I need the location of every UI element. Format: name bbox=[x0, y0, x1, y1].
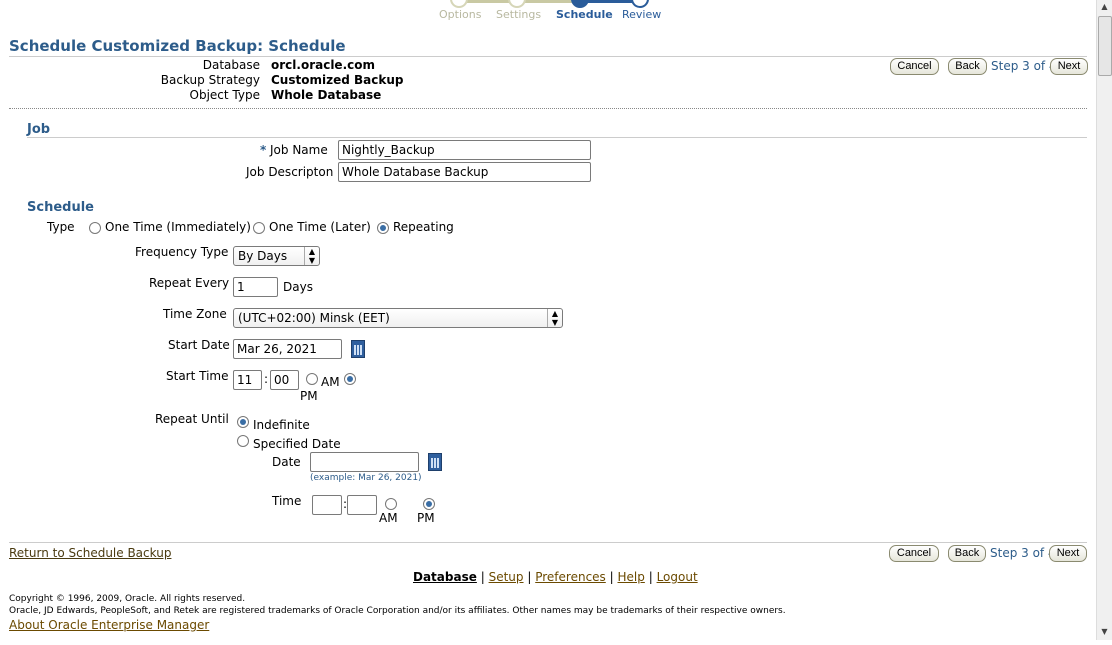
scroll-up-icon[interactable]: ▲ bbox=[1097, 0, 1112, 14]
back-button[interactable]: Back bbox=[948, 58, 987, 75]
frequency-type-select[interactable]: By Days ▲ ▼ bbox=[233, 246, 320, 266]
start-minute-input[interactable]: 00 bbox=[270, 370, 299, 390]
footer-link-setup[interactable]: Setup bbox=[489, 570, 524, 584]
train-step-settings-icon[interactable] bbox=[508, 0, 526, 8]
until-hour-input[interactable] bbox=[312, 495, 342, 515]
start-time-label: Start Time bbox=[166, 369, 229, 383]
job-description-input[interactable]: Whole Database Backup bbox=[338, 162, 591, 182]
step-indicator: Step 3 of 4 bbox=[990, 546, 1056, 560]
footer-link-help[interactable]: Help bbox=[618, 570, 645, 584]
next-button[interactable]: Next bbox=[1049, 545, 1087, 562]
vertical-scrollbar[interactable]: ▲ ▼ bbox=[1096, 0, 1112, 640]
until-time-label: Time bbox=[272, 494, 302, 508]
start-pm-radio[interactable] bbox=[344, 373, 356, 385]
bottom-divider bbox=[9, 542, 1087, 543]
footer-link-preferences[interactable]: Preferences bbox=[535, 570, 606, 584]
required-icon: * bbox=[260, 143, 267, 157]
repeat-every-input[interactable]: 1 bbox=[233, 277, 278, 297]
until-minute-input[interactable] bbox=[347, 495, 377, 515]
cancel-button[interactable]: Cancel bbox=[890, 58, 939, 75]
start-pm-label: PM bbox=[300, 389, 318, 403]
train-step-schedule: Schedule bbox=[556, 8, 613, 21]
until-specified-radio[interactable] bbox=[237, 435, 249, 447]
type-immediately-radio[interactable] bbox=[89, 222, 101, 234]
footer-separator: | bbox=[527, 570, 532, 584]
type-immediately-label[interactable]: One Time (Immediately) bbox=[105, 220, 251, 234]
trademark-text: Oracle, JD Edwards, PeopleSoft, and Rete… bbox=[9, 606, 786, 616]
select-arrows-icon: ▲ ▼ bbox=[547, 309, 562, 327]
object-type-value: Whole Database bbox=[271, 88, 382, 102]
until-am-radio[interactable] bbox=[385, 498, 397, 510]
until-pm-label: PM bbox=[417, 511, 435, 525]
start-date-label: Start Date bbox=[168, 338, 230, 352]
type-repeating-radio[interactable] bbox=[377, 222, 389, 234]
calendar-icon[interactable] bbox=[428, 453, 442, 471]
start-hour-input[interactable]: 11 bbox=[233, 370, 262, 390]
time-zone-label: Time Zone bbox=[163, 307, 227, 321]
frequency-type-value: By Days bbox=[238, 249, 288, 263]
train-step-options[interactable]: Options bbox=[439, 8, 481, 21]
footer-link-database[interactable]: Database bbox=[413, 570, 477, 584]
scroll-down-icon[interactable]: ▼ bbox=[1097, 625, 1112, 639]
until-date-input[interactable] bbox=[310, 452, 419, 472]
page-title: Schedule Customized Backup: Schedule bbox=[9, 37, 346, 55]
start-am-label: AM bbox=[321, 375, 340, 389]
footer-separator: | bbox=[480, 570, 485, 584]
until-pm-radio[interactable] bbox=[423, 498, 435, 510]
job-name-input[interactable]: Nightly_Backup bbox=[338, 140, 591, 160]
until-indefinite-label[interactable]: Indefinite bbox=[253, 418, 310, 432]
start-date-input[interactable]: Mar 26, 2021 bbox=[233, 339, 342, 359]
train-step-schedule-icon bbox=[571, 0, 589, 8]
job-section-title: Job bbox=[27, 122, 51, 137]
strategy-label: Backup Strategy bbox=[160, 73, 260, 87]
start-am-radio[interactable] bbox=[306, 373, 318, 385]
repeat-unit-label: Days bbox=[283, 280, 313, 294]
type-later-label[interactable]: One Time (Later) bbox=[269, 220, 371, 234]
repeat-every-label: Repeat Every bbox=[149, 276, 230, 290]
until-indefinite-radio[interactable] bbox=[237, 416, 249, 428]
database-value: orcl.oracle.com bbox=[271, 58, 375, 72]
next-button[interactable]: Next bbox=[1050, 58, 1088, 75]
frequency-type-label: Frequency Type bbox=[135, 245, 229, 259]
date-example-hint: (example: Mar 26, 2021) bbox=[310, 473, 422, 483]
strategy-value: Customized Backup bbox=[271, 73, 404, 87]
object-type-label: Object Type bbox=[189, 88, 260, 102]
footer-link-logout[interactable]: Logout bbox=[657, 570, 698, 584]
type-repeating-label[interactable]: Repeating bbox=[393, 220, 454, 234]
time-zone-select[interactable]: (UTC+02:00) Minsk (EET) ▲ ▼ bbox=[233, 308, 563, 328]
repeat-until-label: Repeat Until bbox=[155, 412, 229, 426]
select-arrows-icon: ▲ ▼ bbox=[304, 247, 319, 265]
footer-separator: | bbox=[648, 570, 653, 584]
job-description-label: Job Descripton bbox=[246, 165, 334, 179]
footer-links: Database | Setup | Preferences | Help | … bbox=[413, 570, 698, 584]
train-step-review-icon bbox=[631, 0, 649, 8]
step-indicator: Step 3 of 4 bbox=[991, 59, 1057, 73]
back-button[interactable]: Back bbox=[948, 545, 986, 562]
about-oracle-em-link[interactable]: About Oracle Enterprise Manager bbox=[9, 618, 209, 632]
until-date-label: Date bbox=[272, 455, 301, 469]
database-label: Database bbox=[202, 58, 260, 72]
train-step-review: Review bbox=[622, 8, 662, 21]
schedule-section-title: Schedule bbox=[27, 200, 94, 215]
copyright-text: Copyright © 1996, 2009, Oracle. All righ… bbox=[9, 594, 246, 604]
footer-separator: | bbox=[609, 570, 614, 584]
title-divider bbox=[9, 56, 1087, 57]
header-divider bbox=[9, 108, 1087, 109]
type-later-radio[interactable] bbox=[253, 222, 265, 234]
train-step-settings[interactable]: Settings bbox=[496, 8, 541, 21]
type-label: Type bbox=[47, 220, 75, 234]
until-am-label: AM bbox=[379, 511, 398, 525]
calendar-icon[interactable] bbox=[351, 340, 365, 358]
until-specified-label[interactable]: Specified Date bbox=[253, 437, 341, 451]
time-colon: : bbox=[264, 372, 269, 386]
scroll-thumb[interactable] bbox=[1098, 16, 1112, 76]
job-name-label: Job Name bbox=[270, 143, 328, 157]
cancel-button[interactable]: Cancel bbox=[889, 545, 939, 562]
train-step-options-icon[interactable] bbox=[450, 0, 468, 8]
time-zone-value: (UTC+02:00) Minsk (EET) bbox=[238, 311, 390, 325]
return-to-schedule-backup-link[interactable]: Return to Schedule Backup bbox=[9, 546, 171, 560]
job-section-divider bbox=[27, 137, 1087, 138]
